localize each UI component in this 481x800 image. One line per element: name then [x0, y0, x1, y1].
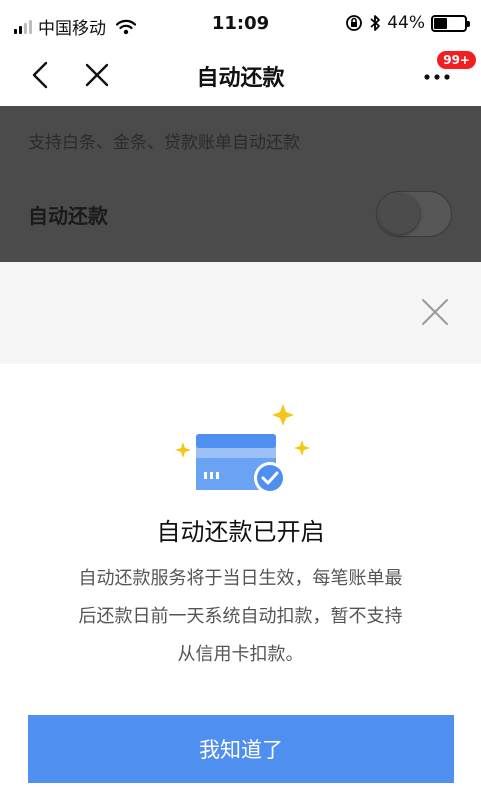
bluetooth-icon	[370, 15, 381, 31]
battery-icon	[431, 14, 470, 32]
sparkle-icon	[272, 404, 294, 426]
more-icon[interactable]	[421, 68, 457, 82]
page-title: 自动还款	[196, 66, 285, 91]
status-bar: 中国移动 11:09 44%	[0, 0, 481, 44]
confirm-button[interactable]: 我知道了	[28, 715, 454, 783]
sparkle-icon	[175, 442, 191, 458]
sheet-header	[0, 262, 481, 364]
sparkle-icon	[294, 440, 310, 456]
battery-percent: 44%	[387, 13, 425, 33]
credit-card-check-icon	[175, 404, 310, 494]
notification-badge: 99+	[436, 50, 477, 70]
toggle-knob	[379, 193, 420, 234]
overlay-background: 支持白条、金条、贷款账单自动还款 自动还款	[0, 106, 481, 262]
status-right: 44%	[345, 13, 470, 33]
sheet-title: 自动还款已开启	[156, 518, 325, 546]
nav-bar: 自动还款 99+	[0, 44, 481, 106]
auto-repay-toggle	[376, 191, 452, 237]
background-description: 支持白条、金条、贷款账单自动还款	[28, 133, 300, 153]
auto-repay-label: 自动还款	[28, 204, 108, 228]
rotation-lock-icon	[346, 15, 363, 31]
sheet-close-icon[interactable]	[419, 296, 451, 328]
sheet-message: 自动还款服务将于当日生效，每笔账单最后还款日前一天系统自动扣款，暂不支持从信用卡…	[78, 568, 403, 665]
battery-fill	[434, 17, 448, 29]
success-sheet: 自动还款已开启 自动还款服务将于当日生效，每笔账单最后还款日前一天系统自动扣款，…	[0, 364, 481, 800]
